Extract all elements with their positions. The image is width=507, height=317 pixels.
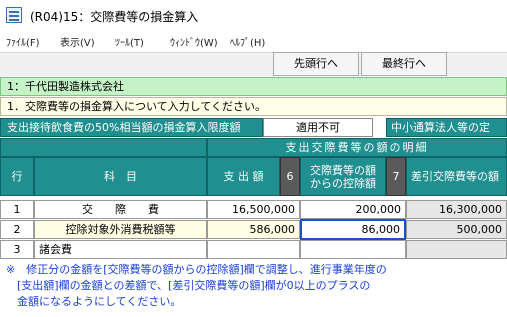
limit-label: 支出接待飲食費の50%相当額の損金算入限度額 [0, 118, 263, 137]
app-icon [6, 7, 22, 23]
table-header-blank [0, 138, 207, 157]
row-3-subject: 諸会費 [34, 240, 207, 259]
header-row-no: 行 [0, 157, 34, 196]
note-line-1: ※ 修正分の金額を[交際費等の額からの控除額]欄で調整し、進行事業年度の [6, 263, 387, 276]
header-spent: 支 出 額 [207, 157, 280, 196]
detail-header: 支出交際費等の額の明細 [207, 138, 507, 157]
row-3-number: 3 [0, 240, 34, 259]
menu-view[interactable]: 表示(V) [60, 34, 95, 49]
row-3-spent[interactable] [207, 240, 300, 259]
note-line-3: 金額になるようにしてください。 [6, 295, 182, 308]
menu-help[interactable]: ﾍﾙﾌﾟ(H) [230, 34, 265, 49]
row-3-net [406, 240, 507, 259]
row-1-subject: 交 際 費 [34, 200, 207, 219]
company-name: 1：千代田製造株式会社 [0, 77, 507, 96]
row-2-number: 2 [0, 220, 34, 239]
row-1-deduct[interactable]: 200,000 [300, 200, 406, 219]
menu-window[interactable]: ｳｨﾝﾄﾞｳ(W) [170, 34, 218, 49]
header-spent-number: 6 [280, 157, 300, 196]
row-2-net: 500,000 [406, 220, 507, 239]
header-subject: 科 目 [34, 157, 207, 196]
last-row-button[interactable]: 最終行へ [361, 52, 447, 76]
row-3-deduct[interactable] [300, 240, 406, 259]
menu-tools[interactable]: ﾂｰﾙ(T) [115, 34, 144, 49]
header-net: 差引交際費等の額 [406, 157, 507, 196]
limit-value-field[interactable]: 適用不可 [263, 118, 373, 137]
window-title: (R04)15：交際費等の損金算入 [30, 10, 199, 24]
header-deduct-number: 7 [386, 157, 406, 196]
section-title: 1．交際費等の損金算入について入力してください。 [0, 97, 507, 116]
row-1-net: 16,300,000 [406, 200, 507, 219]
menu-file[interactable]: ﾌｧｲﾙ(F) [6, 34, 40, 49]
row-2-subject: 控除対象外消費税額等 [34, 220, 207, 239]
header-deduct: 交際費等の額 からの控除額 [300, 157, 386, 196]
sme-label: 中小通算法人等の定 [386, 118, 507, 137]
note-line-2: [支出額]欄の金額との差額で、[差引交際費等の額]欄が0以上のプラスの [6, 279, 371, 292]
instruction-note: ※ 修正分の金額を[交際費等の額からの控除額]欄で調整し、進行事業年度の [支出… [6, 262, 506, 310]
header-deduct-line2: からの控除額 [310, 176, 376, 190]
first-row-button[interactable]: 先頭行へ [273, 52, 359, 76]
row-2-deduct-input[interactable]: 86,000 [300, 219, 406, 240]
spacer [373, 118, 386, 137]
row-1-spent[interactable]: 16,500,000 [207, 200, 300, 219]
header-deduct-line1: 交際費等の額 [310, 163, 376, 177]
row-1-number: 1 [0, 200, 34, 219]
row-2-spent[interactable]: 586,000 [207, 220, 300, 239]
